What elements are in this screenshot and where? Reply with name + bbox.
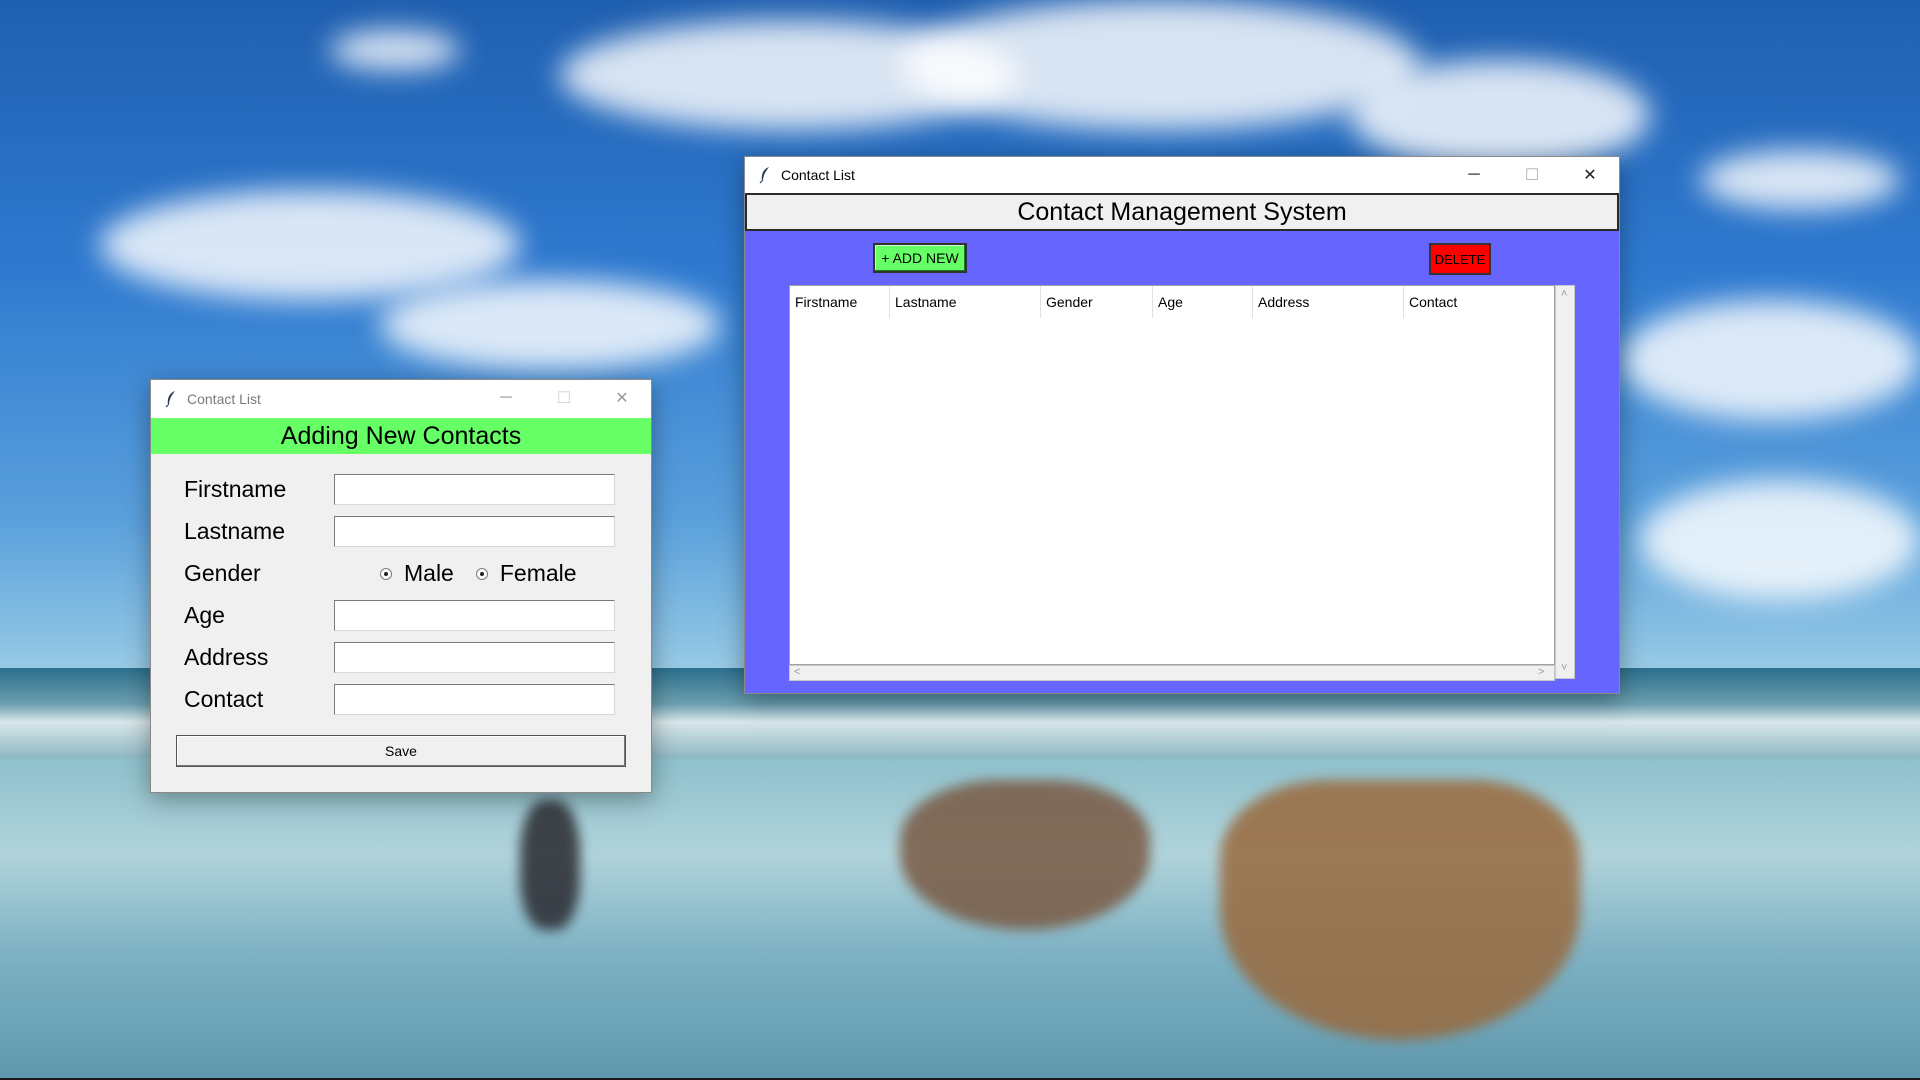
age-row: Age [151,598,651,634]
column-header[interactable]: Firstname [790,286,890,318]
cloud [100,190,520,300]
contact-management-window: Contact List ─ ☐ ✕ Contact Management Sy… [744,156,1620,694]
person-reflection [520,800,580,930]
close-button[interactable]: ✕ [593,380,651,416]
column-header[interactable]: Address [1253,286,1404,318]
gender-row: Gender Male Female [151,556,651,592]
age-input[interactable] [334,600,615,631]
firstname-row: Firstname [151,472,651,508]
cloud [1700,150,1900,210]
firstname-label: Firstname [184,476,287,502]
app-header: Contact Management System [745,193,1619,231]
address-row: Address [151,640,651,676]
female-label[interactable]: Female [500,560,577,587]
minimize-button[interactable]: ─ [1445,157,1503,193]
minimize-button[interactable]: ─ [477,380,535,416]
address-label: Address [184,644,269,670]
lastname-row: Lastname [151,514,651,550]
cloud [380,280,720,370]
main-body: + ADD NEW DELETE Firstname Lastname Gend… [745,231,1619,693]
cloud [900,0,1420,130]
male-label[interactable]: Male [404,560,454,587]
lastname-input[interactable] [334,516,615,547]
delete-button[interactable]: DELETE [1429,243,1491,275]
male-radio[interactable] [380,567,392,580]
gender-radio-group: Male Female [376,560,577,587]
firstname-input[interactable] [334,474,615,505]
maximize-button[interactable]: ☐ [1503,157,1561,193]
add-contact-window: Contact List ─ ☐ ✕ Adding New Contacts F… [150,379,652,793]
save-button[interactable]: Save [176,735,626,767]
column-header[interactable]: Age [1153,286,1253,318]
title-bar[interactable]: Contact List ─ ☐ ✕ [151,380,651,418]
lastname-label: Lastname [184,518,286,544]
scroll-up-icon[interactable]: ˄ [1561,288,1567,300]
column-header[interactable]: Contact [1404,286,1554,318]
title-bar[interactable]: Contact List ─ ☐ ✕ [745,157,1619,193]
column-header[interactable]: Gender [1041,286,1153,318]
scroll-left-icon[interactable]: < [794,666,800,678]
feather-icon [165,391,175,408]
column-header[interactable]: Lastname [890,286,1041,318]
form-header: Adding New Contacts [151,418,651,454]
rock-reflection [900,780,1150,930]
address-input[interactable] [334,642,615,673]
window-title: Contact List [187,391,261,407]
scroll-right-icon[interactable]: > [1538,666,1544,678]
contact-row: Contact [151,682,651,718]
gender-label: Gender [184,560,261,586]
scroll-down-icon[interactable]: ˅ [1561,662,1567,674]
cloud [1350,60,1650,170]
cloud [330,30,460,70]
contact-label: Contact [184,686,264,712]
contact-input[interactable] [334,684,615,715]
cloud [1640,480,1920,600]
vertical-scrollbar[interactable]: ˄ ˅ [1555,285,1575,679]
horizontal-scrollbar[interactable]: < > [789,665,1555,681]
cloud [1620,300,1920,420]
contacts-table[interactable]: Firstname Lastname Gender Age Address Co… [789,285,1555,665]
age-label: Age [184,602,225,628]
add-new-button[interactable]: + ADD NEW [873,243,967,273]
window-title: Contact List [781,167,855,183]
table-header: Firstname Lastname Gender Age Address Co… [790,286,1554,318]
feather-icon [759,167,769,184]
rock-reflection [1220,780,1580,1040]
close-button[interactable]: ✕ [1561,157,1619,193]
female-radio[interactable] [475,567,488,580]
maximize-button[interactable]: ☐ [535,380,593,416]
